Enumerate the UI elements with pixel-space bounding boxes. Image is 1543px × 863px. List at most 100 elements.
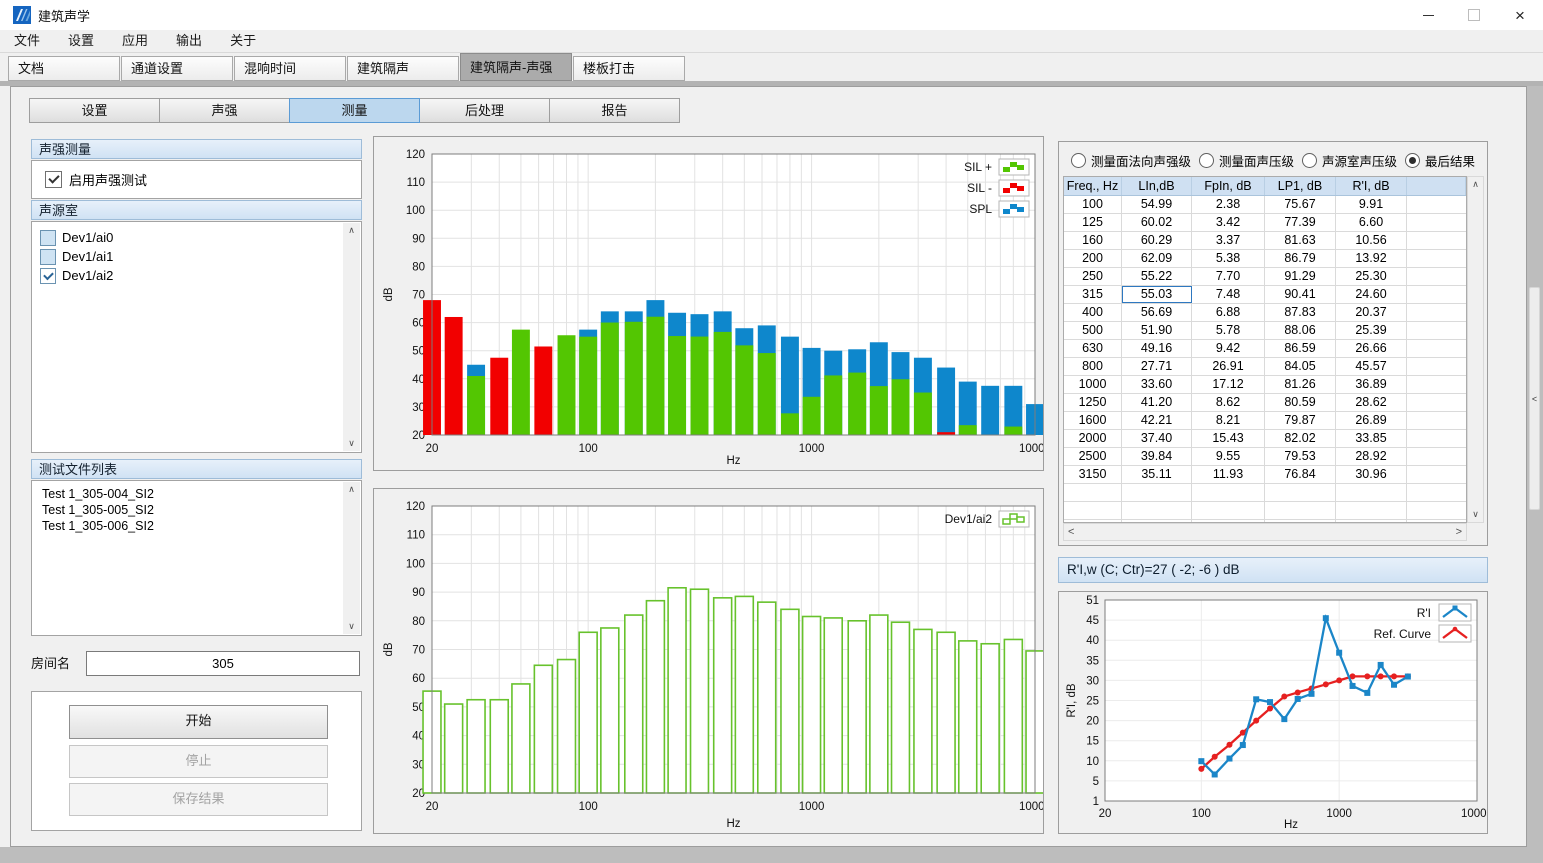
table-cell[interactable]: 37.40 <box>1122 430 1192 447</box>
scroll-down-icon[interactable]: ∨ <box>348 436 355 451</box>
close-button[interactable]: × <box>1497 0 1543 30</box>
table-cell[interactable]: 75.67 <box>1265 196 1336 213</box>
table-cell[interactable]: 630 <box>1064 340 1122 357</box>
table-cell[interactable]: 62.09 <box>1122 250 1192 267</box>
table-cell[interactable]: 41.20 <box>1122 394 1192 411</box>
table-cell[interactable]: 82.02 <box>1265 430 1336 447</box>
table-cell[interactable]: 79.87 <box>1265 412 1336 429</box>
table-cell[interactable]: 160 <box>1064 232 1122 249</box>
table-cell[interactable]: 39.84 <box>1122 448 1192 465</box>
table-cell[interactable]: 54.99 <box>1122 196 1192 213</box>
scroll-right-icon[interactable]: > <box>1456 526 1462 538</box>
table-cell[interactable]: 10.56 <box>1336 232 1407 249</box>
sub-tab-0[interactable]: 设置 <box>29 98 160 123</box>
result-mode-0[interactable]: 测量面法向声强级 <box>1071 151 1191 170</box>
table-row-3[interactable]: 20062.095.3886.7913.92 <box>1064 250 1466 268</box>
table-cell[interactable]: 11.93 <box>1192 466 1265 483</box>
table-cell[interactable]: 51.90 <box>1122 322 1192 339</box>
menu-item-2[interactable]: 应用 <box>108 30 162 52</box>
main-tab-2[interactable]: 混响时间 <box>234 56 346 81</box>
table-cell[interactable]: 25.30 <box>1336 268 1407 285</box>
table-row-4[interactable]: 25055.227.7091.2925.30 <box>1064 268 1466 286</box>
table-cell[interactable]: 17.12 <box>1192 376 1265 393</box>
channel-checkbox[interactable] <box>40 249 56 265</box>
table-row-10[interactable]: 100033.6017.1281.2636.89 <box>1064 376 1466 394</box>
result-mode-3[interactable]: 最后结果 <box>1405 151 1475 170</box>
table-row-13[interactable]: 200037.4015.4382.0233.85 <box>1064 430 1466 448</box>
file-item-1[interactable]: Test 1_305-005_SI2 <box>32 502 361 518</box>
menu-item-3[interactable]: 输出 <box>162 30 216 52</box>
table-cell[interactable]: 45.57 <box>1336 358 1407 375</box>
table-cell[interactable]: 3150 <box>1064 466 1122 483</box>
sub-tab-3[interactable]: 后处理 <box>419 98 550 123</box>
channel-row-2[interactable]: Dev1/ai2 <box>32 266 361 285</box>
start-button[interactable]: 开始 <box>69 705 328 739</box>
table-cell[interactable]: 7.48 <box>1192 286 1265 303</box>
channel-checkbox[interactable] <box>40 230 56 246</box>
table-row-2[interactable]: 16060.293.3781.6310.56 <box>1064 232 1466 250</box>
table-cell[interactable]: 250 <box>1064 268 1122 285</box>
table-cell[interactable]: 30.96 <box>1336 466 1407 483</box>
table-cell[interactable]: 315 <box>1064 286 1122 303</box>
table-cell[interactable]: 77.39 <box>1265 214 1336 231</box>
radio-icon[interactable] <box>1199 153 1214 168</box>
table-row-8[interactable]: 63049.169.4286.5926.66 <box>1064 340 1466 358</box>
table-cell[interactable]: 1600 <box>1064 412 1122 429</box>
table-cell[interactable]: 81.26 <box>1265 376 1336 393</box>
table-cell[interactable]: 33.85 <box>1336 430 1407 447</box>
main-tab-5[interactable]: 楼板打击 <box>573 56 685 81</box>
table-cell[interactable]: 56.69 <box>1122 304 1192 321</box>
table-cell[interactable]: 27.71 <box>1122 358 1192 375</box>
table-cell[interactable]: 7.70 <box>1192 268 1265 285</box>
table-cell[interactable]: 9.91 <box>1336 196 1407 213</box>
table-cell[interactable]: 1000 <box>1064 376 1122 393</box>
table-cell[interactable]: 500 <box>1064 322 1122 339</box>
table-cell[interactable]: 88.06 <box>1265 322 1336 339</box>
table-vertical-scrollbar[interactable]: ∧ ∨ <box>1467 176 1484 523</box>
main-tab-0[interactable]: 文档 <box>8 56 120 81</box>
file-item-0[interactable]: Test 1_305-004_SI2 <box>32 486 361 502</box>
table-row-15[interactable]: 315035.1111.9376.8430.96 <box>1064 466 1466 484</box>
table-cell[interactable]: 36.89 <box>1336 376 1407 393</box>
table-cell[interactable]: 28.92 <box>1336 448 1407 465</box>
table-cell[interactable]: 86.79 <box>1265 250 1336 267</box>
table-row-14[interactable]: 250039.849.5579.5328.92 <box>1064 448 1466 466</box>
scroll-up-icon[interactable]: ∧ <box>348 223 355 238</box>
file-item-2[interactable]: Test 1_305-006_SI2 <box>32 518 361 534</box>
table-cell[interactable]: 2000 <box>1064 430 1122 447</box>
table-cell[interactable]: 60.02 <box>1122 214 1192 231</box>
table-cell[interactable]: 5.78 <box>1192 322 1265 339</box>
save-results-button[interactable]: 保存结果 <box>69 783 328 816</box>
table-row-12[interactable]: 160042.218.2179.8726.89 <box>1064 412 1466 430</box>
table-row-6[interactable]: 40056.696.8887.8320.37 <box>1064 304 1466 322</box>
table-cell[interactable]: 33.60 <box>1122 376 1192 393</box>
sub-tab-2[interactable]: 测量 <box>289 98 420 123</box>
table-horizontal-scrollbar[interactable]: < > <box>1063 523 1467 541</box>
table-cell[interactable]: 6.88 <box>1192 304 1265 321</box>
scroll-down-icon[interactable]: ∨ <box>1472 507 1479 522</box>
radio-icon[interactable] <box>1302 153 1317 168</box>
enable-intensity-row[interactable]: 启用声强测试 <box>31 160 362 199</box>
table-cell[interactable]: 76.84 <box>1265 466 1336 483</box>
enable-intensity-checkbox[interactable] <box>45 171 62 188</box>
table-row-9[interactable]: 80027.7126.9184.0545.57 <box>1064 358 1466 376</box>
table-cell[interactable]: 42.21 <box>1122 412 1192 429</box>
table-row-1[interactable]: 12560.023.4277.396.60 <box>1064 214 1466 232</box>
sub-tab-1[interactable]: 声强 <box>159 98 290 123</box>
table-cell[interactable]: 87.83 <box>1265 304 1336 321</box>
scroll-down-icon[interactable]: ∨ <box>348 619 355 634</box>
radio-icon[interactable] <box>1071 153 1086 168</box>
table-cell[interactable]: 2500 <box>1064 448 1122 465</box>
scroll-up-icon[interactable]: ∧ <box>348 482 355 497</box>
table-row-7[interactable]: 50051.905.7888.0625.39 <box>1064 322 1466 340</box>
table-cell[interactable]: 84.05 <box>1265 358 1336 375</box>
channel-row-1[interactable]: Dev1/ai1 <box>32 247 361 266</box>
table-row-0[interactable]: 10054.992.3875.679.91 <box>1064 196 1466 214</box>
table-cell[interactable]: 5.38 <box>1192 250 1265 267</box>
table-cell[interactable]: 800 <box>1064 358 1122 375</box>
room-name-input[interactable]: 305 <box>86 651 360 676</box>
table-cell[interactable]: 79.53 <box>1265 448 1336 465</box>
table-cell[interactable]: 8.21 <box>1192 412 1265 429</box>
table-row-5[interactable]: 31555.037.4890.4124.60 <box>1064 286 1466 304</box>
scroll-left-icon[interactable]: < <box>1068 526 1074 538</box>
